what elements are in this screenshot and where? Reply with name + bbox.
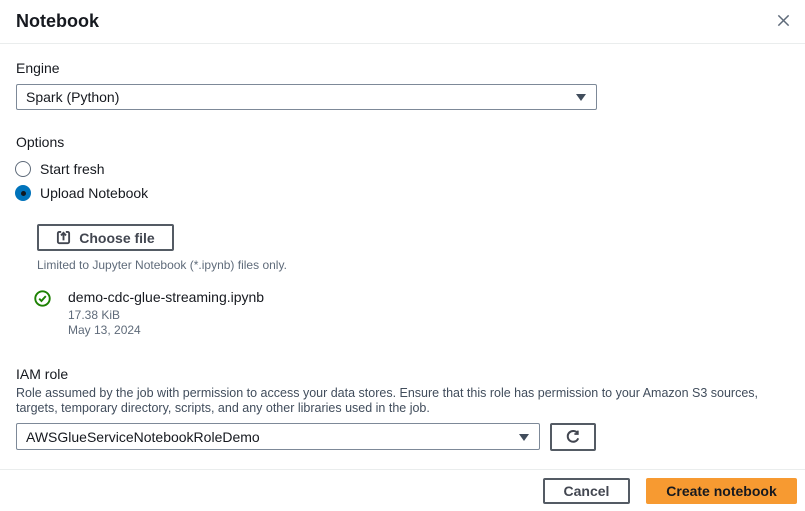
radio-icon <box>15 161 31 177</box>
engine-select[interactable]: Spark (Python) <box>16 84 597 110</box>
iam-role-description: Role assumed by the job with permission … <box>16 386 759 415</box>
radio-label: Upload Notebook <box>40 185 149 201</box>
uploaded-file-name: demo-cdc-glue-streaming.ipynb <box>68 289 265 305</box>
close-icon <box>776 13 791 31</box>
radio-label: Start fresh <box>40 161 105 177</box>
file-constraint-text: Limited to Jupyter Notebook (*.ipynb) fi… <box>37 258 287 272</box>
options-label: Options <box>16 134 65 150</box>
refresh-roles-button[interactable] <box>550 423 596 451</box>
iam-role-select[interactable]: AWSGlueServiceNotebookRoleDemo <box>16 423 540 450</box>
notebook-modal: Notebook Engine Spark (Python) Options S… <box>0 0 805 511</box>
choose-file-label: Choose file <box>79 229 155 246</box>
modal-footer: Cancel Create notebook <box>0 469 805 511</box>
choose-file-button[interactable]: Choose file <box>37 224 174 251</box>
engine-select-value: Spark (Python) <box>26 89 120 105</box>
chevron-down-icon <box>576 94 586 101</box>
engine-label: Engine <box>16 60 60 76</box>
uploaded-file-date: May 13, 2024 <box>68 323 141 337</box>
radio-start-fresh[interactable]: Start fresh <box>15 160 105 178</box>
cancel-button[interactable]: Cancel <box>543 478 630 504</box>
iam-role-select-value: AWSGlueServiceNotebookRoleDemo <box>26 428 260 445</box>
page-title: Notebook <box>16 11 99 31</box>
chevron-down-icon <box>519 433 529 441</box>
radio-icon <box>15 185 31 201</box>
upload-icon <box>56 230 71 245</box>
check-circle-icon <box>34 290 51 307</box>
modal-header: Notebook <box>0 0 805 44</box>
create-notebook-button[interactable]: Create notebook <box>646 478 797 504</box>
close-button[interactable] <box>768 8 798 36</box>
refresh-icon <box>565 429 581 445</box>
uploaded-file-size: 17.38 KiB <box>68 308 121 322</box>
radio-upload-notebook[interactable]: Upload Notebook <box>15 184 148 202</box>
iam-role-label: IAM role <box>16 366 69 382</box>
